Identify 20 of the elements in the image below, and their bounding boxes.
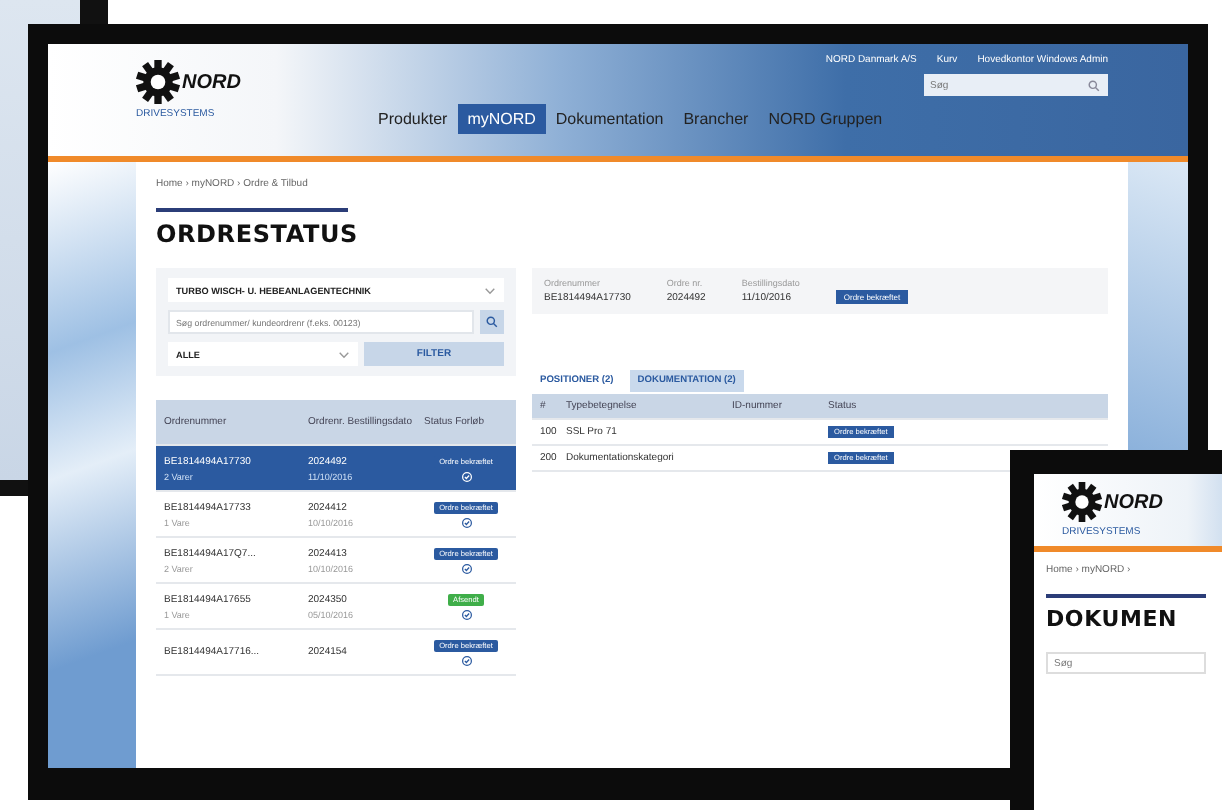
caret-icon	[484, 285, 496, 295]
page-title: DOKUMEN	[1046, 606, 1180, 632]
nav-tab[interactable]: NORD Gruppen	[758, 104, 893, 134]
page-title: ORDRESTATUS	[156, 220, 360, 248]
logo-wordmark: NORD	[182, 71, 241, 93]
check-icon	[461, 471, 471, 481]
check-icon	[461, 563, 471, 573]
gear-logo-icon	[136, 60, 180, 104]
search-button[interactable]	[480, 310, 504, 334]
nav-tab[interactable]: Dokumentation	[545, 104, 674, 134]
logo-wordmark: NORD	[1104, 491, 1163, 513]
check-icon	[461, 609, 471, 619]
nav-tab[interactable]: Produkter	[368, 104, 458, 134]
caret-icon	[338, 349, 350, 359]
check-icon	[461, 655, 471, 665]
gear-logo-icon	[1062, 482, 1102, 522]
search-icon	[486, 316, 498, 328]
check-icon	[461, 517, 471, 527]
nav-tab[interactable]: Brancher	[673, 104, 759, 134]
nav-tab[interactable]: myNORD	[457, 104, 546, 134]
